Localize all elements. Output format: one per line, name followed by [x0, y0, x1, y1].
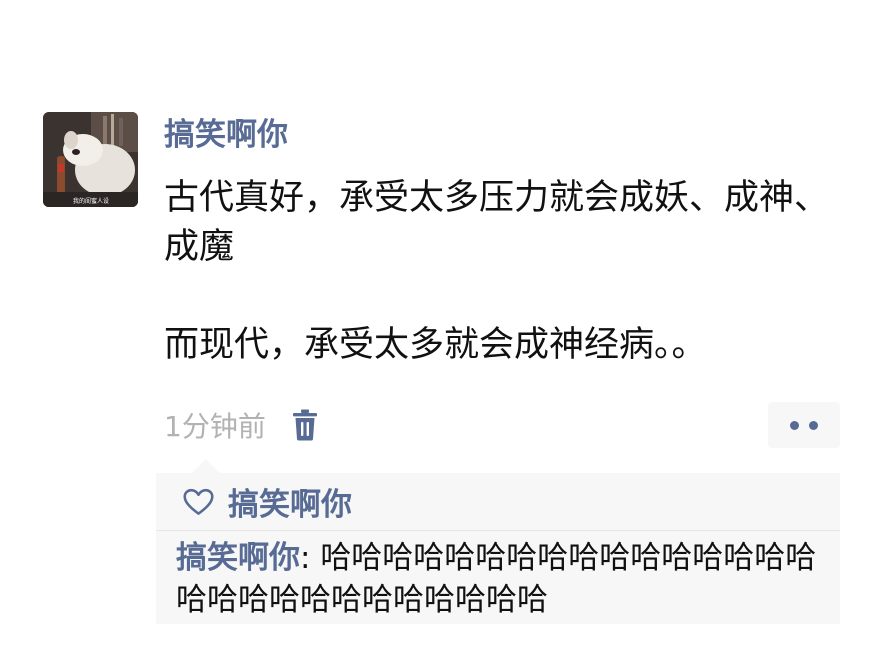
more-dots-icon	[790, 420, 799, 430]
post-text-line-2: 而现代，承受太多就会成神经病。。	[164, 325, 707, 365]
like-user-name[interactable]: 搞笑啊你	[228, 479, 352, 524]
more-actions-button[interactable]	[768, 402, 840, 448]
comment-author[interactable]: 搞笑啊你	[176, 540, 300, 576]
avatar[interactable]: 我的闺蜜人设	[43, 112, 138, 207]
post-content: 古代真好，承受太多压力就会成妖、成神、成魔 而现代，承受太多就会成神经病。。	[164, 174, 854, 370]
avatar-caption: 我的闺蜜人设	[73, 197, 109, 205]
comment-item[interactable]: 搞笑啊你: 哈哈哈哈哈哈哈哈哈哈哈哈哈哈哈哈哈哈哈哈哈哈哈哈哈哈哈哈	[176, 537, 826, 621]
post-meta: 1分钟前	[164, 402, 320, 448]
post-text-line-1: 古代真好，承受太多压力就会成妖、成神、成魔	[164, 178, 830, 267]
delete-button[interactable]	[290, 405, 320, 445]
moments-post: 我的闺蜜人设 搞笑啊你 古代真好，承受太多压力就会成妖、成神、成魔 而现代，承受…	[0, 0, 885, 656]
trash-icon	[292, 409, 317, 441]
comment-separator: :	[300, 540, 321, 576]
interactions-panel: 搞笑啊你 搞笑啊你: 哈哈哈哈哈哈哈哈哈哈哈哈哈哈哈哈哈哈哈哈哈哈哈哈哈哈哈哈	[156, 459, 840, 624]
post-username[interactable]: 搞笑啊你	[164, 113, 288, 157]
more-dots-icon	[809, 420, 818, 430]
likes-row: 搞笑啊你	[156, 473, 840, 531]
heart-outline-icon	[183, 488, 214, 515]
avatar-image: 我的闺蜜人设	[43, 112, 138, 207]
post-time: 1分钟前	[164, 410, 266, 443]
